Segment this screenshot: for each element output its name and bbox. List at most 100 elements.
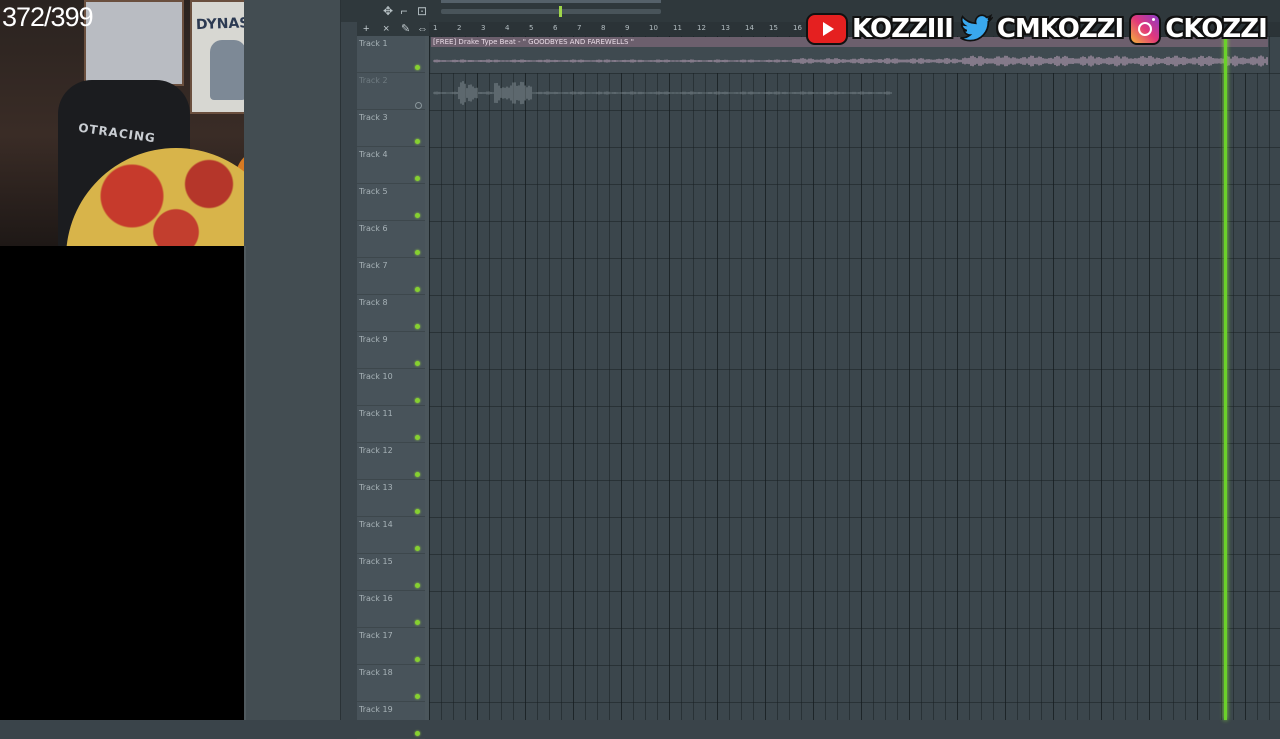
track-separator xyxy=(357,405,425,406)
ruler-tick: 1 xyxy=(433,24,438,32)
ruler-tick: 3 xyxy=(481,24,486,32)
social-youtube: KOZZIII xyxy=(806,13,954,45)
ruler-tick: 12 xyxy=(697,24,706,32)
link-icon[interactable]: ⇔ xyxy=(417,22,428,36)
track-mute-led[interactable] xyxy=(415,398,420,403)
magnet-icon[interactable]: ⌐ xyxy=(397,4,411,18)
ruler-tick: 15 xyxy=(769,24,778,32)
track-separator xyxy=(357,442,425,443)
track-mute-led[interactable] xyxy=(415,657,420,662)
track-separator xyxy=(357,479,425,480)
social-instagram: CKOZZI xyxy=(1129,13,1268,45)
track-mute-led[interactable] xyxy=(415,546,420,551)
track-mute-led[interactable] xyxy=(415,509,420,514)
track-mute-led[interactable] xyxy=(415,176,420,181)
ruler-tick: 6 xyxy=(553,24,558,32)
track-separator xyxy=(357,183,425,184)
playlist-grid[interactable] xyxy=(429,36,1280,720)
track-label[interactable]: Track 8 xyxy=(359,298,388,307)
track-label[interactable]: Track 10 xyxy=(359,372,393,381)
twitter-handle: CMKOZZI xyxy=(996,14,1124,44)
track-separator xyxy=(357,220,425,221)
track-mute-led[interactable] xyxy=(415,435,420,440)
track-separator xyxy=(357,516,425,517)
track-label[interactable]: Track 2 xyxy=(359,76,388,85)
ruler-tick: 10 xyxy=(649,24,658,32)
snap-icon[interactable]: ⊡ xyxy=(415,4,429,18)
track-label[interactable]: Track 12 xyxy=(359,446,393,455)
youtube-icon xyxy=(806,13,848,45)
track-separator xyxy=(357,257,425,258)
track-separator xyxy=(357,368,425,369)
poster-figure xyxy=(210,40,246,100)
ruler-tick: 9 xyxy=(625,24,630,32)
youtube-handle: KOZZIII xyxy=(852,14,954,44)
track-label[interactable]: Track 6 xyxy=(359,224,388,233)
track-label[interactable]: Track 13 xyxy=(359,483,393,492)
ruler-tick: 8 xyxy=(601,24,606,32)
track2-waveform xyxy=(433,81,892,105)
ruler-tick: 7 xyxy=(577,24,582,32)
close-icon[interactable]: × xyxy=(383,22,389,36)
twitter-icon xyxy=(959,12,993,46)
ruler-controls: + × ✎ ⇔ xyxy=(357,22,429,36)
track-label[interactable]: Track 19 xyxy=(359,705,393,714)
track-label[interactable]: Track 3 xyxy=(359,113,388,122)
track-separator xyxy=(357,627,425,628)
track-separator xyxy=(357,294,425,295)
track-separator xyxy=(357,331,425,332)
track-label[interactable]: Track 7 xyxy=(359,261,388,270)
track-separator xyxy=(357,72,425,73)
track-label[interactable]: Track 1 xyxy=(359,39,388,48)
track-separator xyxy=(357,109,425,110)
clip-title: [FREE] Drake Type Beat - " GOODBYES AND … xyxy=(433,38,634,46)
track-mute-led[interactable] xyxy=(415,287,420,292)
track-separator xyxy=(357,701,425,702)
waveform-path xyxy=(433,81,892,105)
track-mute-led[interactable] xyxy=(415,139,420,144)
horizontal-scrollbar[interactable] xyxy=(441,9,661,14)
track-mute-led[interactable] xyxy=(415,213,420,218)
scroll-position-marker[interactable] xyxy=(559,6,562,17)
add-icon[interactable]: + xyxy=(363,22,369,36)
track-label[interactable]: Track 4 xyxy=(359,150,388,159)
pencil-icon[interactable]: ✎ xyxy=(401,22,410,36)
track-label[interactable]: Track 18 xyxy=(359,668,393,677)
horizontal-scrollbar-top[interactable] xyxy=(441,0,661,3)
track-label[interactable]: Track 15 xyxy=(359,557,393,566)
track-separator xyxy=(357,590,425,591)
track-mute-led[interactable] xyxy=(415,250,420,255)
clip-waveform xyxy=(433,55,1268,67)
social-overlay: KOZZIII CMKOZZI CKOZZI xyxy=(806,8,1273,50)
black-panel xyxy=(0,246,244,720)
track-mute-led[interactable] xyxy=(415,694,420,699)
track-label[interactable]: Track 14 xyxy=(359,520,393,529)
ruler-tick: 11 xyxy=(673,24,682,32)
frame-counter: 372/399 xyxy=(2,2,94,32)
arrange-icon[interactable]: ✥ xyxy=(381,4,395,18)
ruler-tick: 14 xyxy=(745,24,754,32)
track-headers: Track 1 Track 2 Track 3 Track 4 Track 5 Track… xyxy=(357,36,426,739)
track-mute-led[interactable] xyxy=(415,731,420,736)
ruler-tick: 4 xyxy=(505,24,510,32)
instagram-handle: CKOZZI xyxy=(1165,14,1268,44)
track-mute-led[interactable] xyxy=(415,324,420,329)
track-label[interactable]: Track 9 xyxy=(359,335,388,344)
track-separator xyxy=(357,146,425,147)
track-label[interactable]: Track 11 xyxy=(359,409,393,418)
chair-brand: OTRACING xyxy=(77,120,157,146)
track-mute-led[interactable] xyxy=(415,620,420,625)
track-label[interactable]: Track 17 xyxy=(359,631,393,640)
ruler-tick: 16 xyxy=(793,24,802,32)
track-label[interactable]: Track 5 xyxy=(359,187,388,196)
side-panel xyxy=(244,0,340,720)
track-mute-led[interactable] xyxy=(415,472,420,477)
track-mute-led[interactable] xyxy=(415,65,420,70)
playhead-marker[interactable] xyxy=(1224,36,1227,720)
track-mute-led[interactable] xyxy=(415,583,420,588)
track-mute-led[interactable] xyxy=(415,102,422,109)
track-label[interactable]: Track 16 xyxy=(359,594,393,603)
instagram-icon xyxy=(1129,13,1162,45)
ruler-tick: 2 xyxy=(457,24,462,32)
track-mute-led[interactable] xyxy=(415,361,420,366)
